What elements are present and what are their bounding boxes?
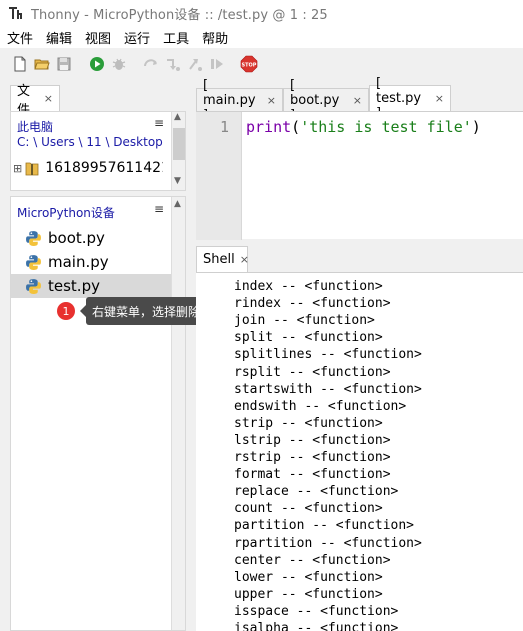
- tab-label: Shell: [203, 252, 235, 267]
- thonny-logo-icon: [9, 7, 22, 19]
- shell-output-line: count -- <function>: [234, 501, 383, 517]
- shell-output-line: lstrip -- <function>: [234, 432, 391, 448]
- zip-folder-icon: [25, 162, 39, 176]
- line-number-gutter: 1: [196, 112, 242, 240]
- tab-files-close-icon[interactable]: ×: [44, 92, 53, 105]
- shell-output-line: endswith -- <function>: [234, 398, 407, 414]
- device-file-test[interactable]: test.py: [11, 274, 171, 298]
- device-file-label: boot.py: [48, 229, 105, 247]
- device-scrollbar[interactable]: ▲: [171, 197, 185, 630]
- menu-bar: 文件 编辑 视图 运行 工具 帮助: [0, 26, 523, 48]
- code-function: print: [246, 118, 292, 136]
- code-editor[interactable]: 1 print('this is test file'): [196, 111, 523, 240]
- python-file-icon: [26, 254, 41, 270]
- shell-output-line: center -- <function>: [234, 552, 391, 568]
- files-scroll-thumb[interactable]: [173, 128, 185, 160]
- files-scrollbar[interactable]: ▲ ▼: [171, 112, 185, 190]
- tab-close-icon[interactable]: ×: [267, 94, 276, 107]
- tooltip-text: 右键菜单，选择删除: [92, 304, 201, 319]
- shell-output-line: partition -- <function>: [234, 518, 415, 534]
- tab-close-icon[interactable]: ×: [435, 92, 444, 105]
- shell-console[interactable]: index -- <function> rindex -- <function> j…: [196, 272, 523, 631]
- step-over-icon[interactable]: [143, 56, 159, 72]
- tab-files[interactable]: 文件 ×: [10, 84, 60, 118]
- files-panel-body: 此电脑 ≡ C: \ Users \ 11 \ Desktop ⊞ 161899…: [10, 111, 186, 191]
- device-file-label: test.py: [48, 277, 100, 295]
- tab-test-py[interactable]: [ test.py ] ×: [369, 76, 451, 121]
- menu-file[interactable]: 文件: [7, 28, 33, 47]
- step-into-icon[interactable]: [165, 56, 181, 72]
- tree-item-label: 16189957611421: [45, 160, 164, 176]
- shell-output-line: rstrip -- <function>: [234, 450, 391, 465]
- tab-boot-py[interactable]: [ boot.py ] ×: [283, 78, 369, 123]
- menu-help[interactable]: 帮助: [202, 28, 228, 47]
- debug-icon[interactable]: [111, 56, 127, 72]
- device-file-label: main.py: [48, 253, 109, 271]
- current-path[interactable]: C: \ Users \ 11 \ Desktop: [17, 135, 163, 149]
- menu-tools[interactable]: 工具: [163, 28, 189, 47]
- toolbar: STOP: [0, 48, 523, 80]
- shell-output-line: format -- <function>: [234, 467, 391, 483]
- save-icon[interactable]: [56, 56, 72, 72]
- code-paren-close: ): [471, 118, 481, 136]
- menu-view[interactable]: 视图: [85, 28, 111, 47]
- tab-shell[interactable]: Shell ×: [196, 246, 249, 272]
- shell-output-line: splitlines -- <function>: [234, 347, 422, 363]
- scroll-up-icon[interactable]: ▲: [174, 199, 181, 209]
- stop-icon[interactable]: STOP: [240, 55, 258, 73]
- python-file-icon: [26, 230, 41, 246]
- shell-output-line: split -- <function>: [234, 330, 383, 346]
- scroll-up-icon[interactable]: ▲: [174, 112, 181, 122]
- device-file-boot[interactable]: boot.py: [11, 226, 171, 250]
- shell-output-line: startswith -- <function>: [234, 381, 422, 397]
- tab-close-icon[interactable]: ×: [353, 94, 362, 107]
- shell-output-line: strip -- <function>: [234, 415, 383, 431]
- code-line[interactable]: print('this is test file'): [246, 118, 481, 136]
- shell-output-line: rindex -- <function>: [234, 296, 391, 312]
- tree-row-folder[interactable]: ⊞ 16189957611421: [11, 157, 171, 179]
- step-badge: 1: [57, 302, 75, 320]
- tab-close-icon[interactable]: ×: [240, 253, 249, 266]
- tab-main-py[interactable]: [ main.py ] ×: [196, 78, 283, 123]
- new-file-icon[interactable]: [12, 56, 28, 72]
- device-file-main[interactable]: main.py: [11, 250, 171, 274]
- stop-icon-label: STOP: [242, 63, 257, 69]
- device-title: MicroPython设备: [17, 206, 115, 220]
- shell-output-line: lower -- <function>: [234, 569, 383, 585]
- shell-output-line: isalpha -- <function>: [234, 621, 399, 631]
- expand-icon[interactable]: ⊞: [13, 162, 22, 175]
- shell-output-line: upper -- <function>: [234, 586, 383, 602]
- menu-run[interactable]: 运行: [124, 28, 150, 47]
- code-paren-open: (: [291, 118, 301, 136]
- menu-edit[interactable]: 编辑: [46, 28, 72, 47]
- this-pc-title: 此电脑: [17, 120, 54, 134]
- run-icon[interactable]: [89, 56, 105, 72]
- shell-output-line: replace -- <function>: [234, 484, 399, 500]
- shell-output-line: rsplit -- <function>: [234, 364, 391, 380]
- code-string: 'this is test file': [300, 118, 472, 136]
- window-title: Thonny - MicroPython设备 :: /test.py @ 1 :…: [31, 7, 328, 23]
- scroll-down-icon[interactable]: ▼: [174, 176, 181, 186]
- resume-icon[interactable]: [209, 56, 225, 72]
- shell-output-line: rpartition -- <function>: [234, 535, 422, 551]
- device-panel: MicroPython设备 ≡ boot.py main.py test.py …: [10, 196, 186, 631]
- editor-tab-bar: [ main.py ] × [ boot.py ] × [ test.py ] …: [196, 76, 523, 123]
- files-panel: 文件 × 此电脑 ≡ C: \ Users \ 11 \ Desktop ⊞ 1…: [10, 84, 186, 191]
- shell-output-line: isspace -- <function>: [234, 603, 399, 619]
- shell-output-line: join -- <function>: [234, 313, 375, 329]
- title-bar: Thonny - MicroPython设备 :: /test.py @ 1 :…: [0, 0, 523, 26]
- line-number: 1: [219, 118, 229, 136]
- step-out-icon[interactable]: [187, 56, 203, 72]
- instruction-tooltip: 右键菜单，选择删除: [80, 297, 213, 325]
- shell-output-line: index -- <function>: [234, 279, 383, 294]
- open-folder-icon[interactable]: [34, 56, 50, 72]
- shell-tab-bar: Shell ×: [196, 246, 523, 272]
- device-menu-icon[interactable]: ≡: [154, 202, 164, 216]
- files-menu-icon[interactable]: ≡: [154, 116, 164, 130]
- python-file-icon: [26, 278, 41, 294]
